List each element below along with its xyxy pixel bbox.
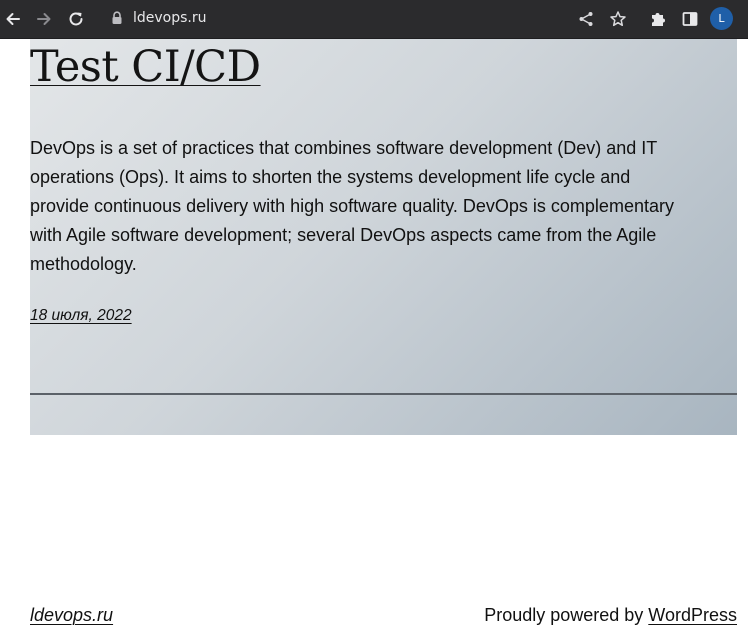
footer-credit-text: Proudly powered by [484,605,649,625]
forward-button[interactable] [31,6,57,32]
side-panel-button[interactable] [677,6,703,32]
post-card: Test CI/CD DevOps is a set of practices … [30,39,737,435]
footer-credit: Proudly powered by WordPress [484,604,737,626]
browser-toolbar: ldevops.ru L [0,0,748,39]
share-button[interactable] [573,6,599,32]
lock-icon[interactable] [110,10,124,26]
extensions-button[interactable] [645,6,671,32]
back-arrow-icon [4,10,22,28]
post-excerpt: DevOps is a set of practices that combin… [30,138,674,274]
back-button[interactable] [0,6,26,32]
extensions-icon [649,10,667,28]
address-bar-url[interactable]: ldevops.ru [133,9,207,27]
bookmark-button[interactable] [605,6,631,32]
reload-icon [67,10,85,28]
profile-avatar[interactable]: L [710,7,733,30]
reload-button[interactable] [63,6,89,32]
post-separator [30,393,737,395]
share-icon [577,10,595,28]
post-date-link[interactable]: 18 июля, 2022 [30,306,132,326]
forward-arrow-icon [35,10,53,28]
footer-site-link[interactable]: ldevops.ru [30,604,113,626]
post-title-link[interactable]: Test CI/CD [30,41,261,93]
side-panel-icon [681,10,699,28]
star-icon [609,10,627,28]
wordpress-link[interactable]: WordPress [648,605,737,625]
